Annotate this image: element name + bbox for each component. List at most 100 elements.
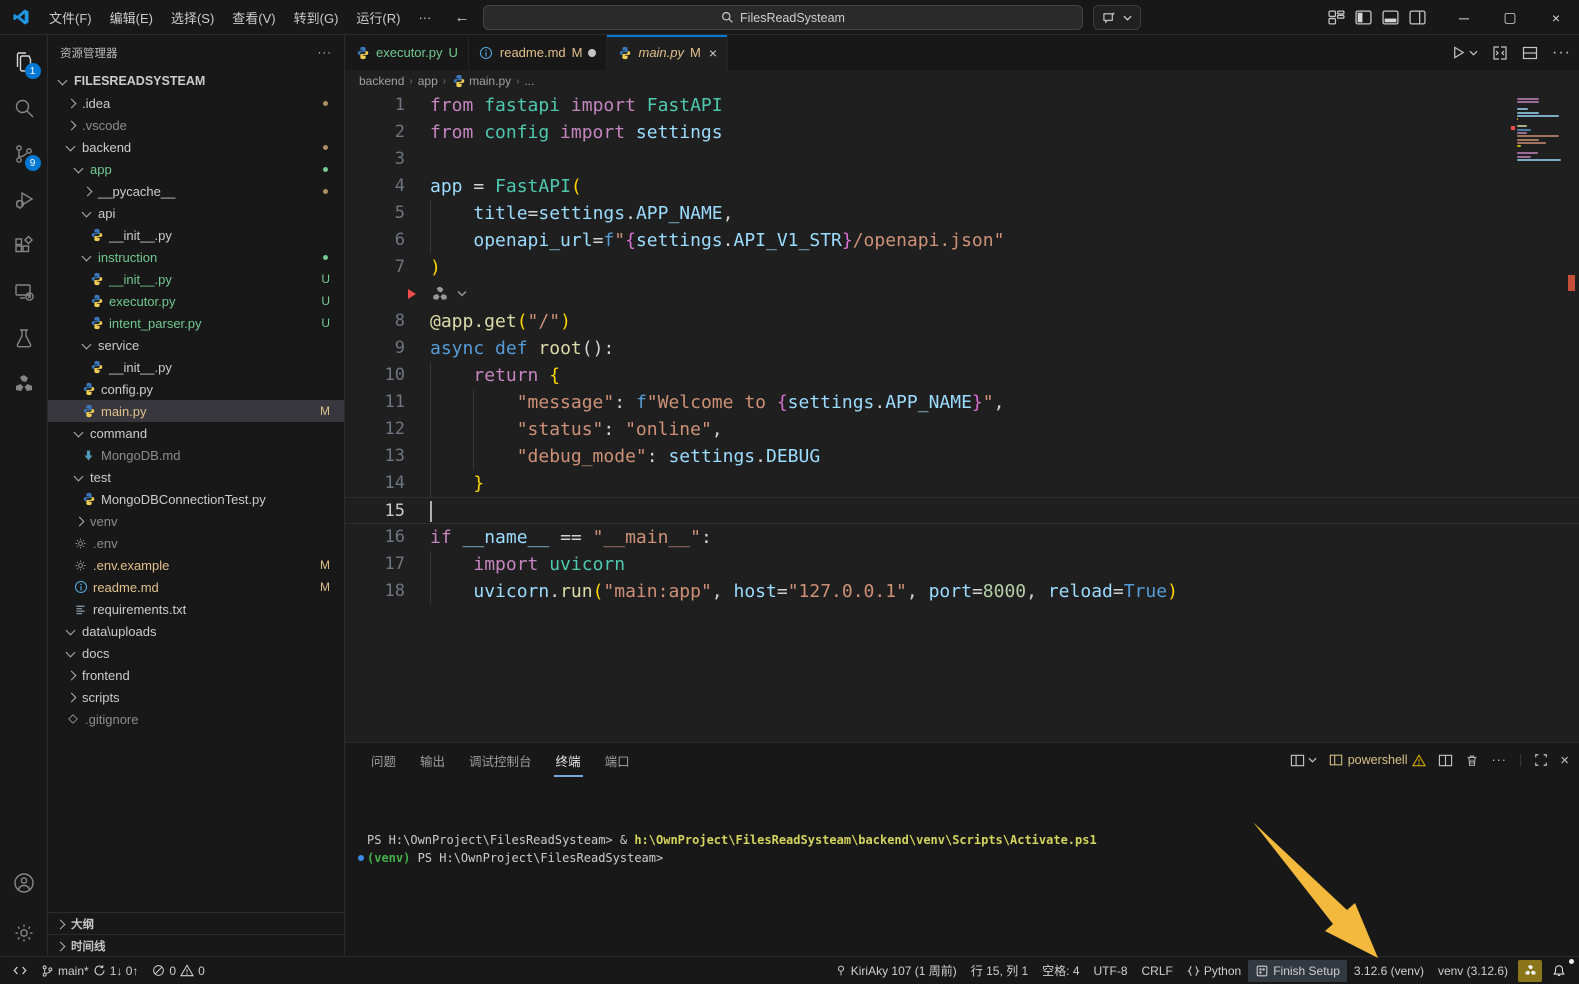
close-panel-icon[interactable]: × <box>1560 752 1569 769</box>
panel-tab-问题[interactable]: 问题 <box>361 745 406 776</box>
settings-gear-icon[interactable] <box>0 910 48 956</box>
editor-more-actions[interactable]: ··· <box>1552 44 1571 62</box>
tree-item-scripts[interactable]: scripts <box>48 686 344 708</box>
menu-overflow[interactable]: ··· <box>409 7 440 28</box>
breadcrumb-item-3[interactable]: ... <box>524 74 534 88</box>
status-kiriaky-107-1-[interactable]: KiriAky 107 (1 周前) <box>828 960 964 982</box>
status-python[interactable]: Python <box>1180 960 1248 982</box>
account-icon[interactable] <box>0 860 48 906</box>
dirty-indicator[interactable] <box>588 49 596 57</box>
menu-5[interactable]: 运行(R) <box>347 5 409 30</box>
tree-item-.env.example[interactable]: .env.exampleM <box>48 554 344 576</box>
command-center-search[interactable]: FilesReadSysteam <box>483 5 1083 30</box>
minimap[interactable] <box>1517 98 1565 228</box>
tree-item-__pycache__[interactable]: __pycache__ <box>48 180 344 202</box>
menu-0[interactable]: 文件(F) <box>40 5 101 30</box>
status-utf-8[interactable]: UTF-8 <box>1087 960 1135 982</box>
notifications-bell-icon[interactable] <box>1545 960 1573 982</box>
status-3-12-6-venv-[interactable]: 3.12.6 (venv) <box>1347 960 1431 982</box>
source-control-icon[interactable]: 9 <box>0 131 48 177</box>
tree-item-docs[interactable]: docs <box>48 642 344 664</box>
run-debug-icon[interactable] <box>0 177 48 223</box>
code-line-7[interactable]: 7) <box>345 254 1579 281</box>
code-line-12[interactable]: 12 "status": "online", <box>345 416 1579 443</box>
status-finish-setup[interactable]: Finish Setup <box>1248 960 1347 982</box>
tree-item-command[interactable]: command <box>48 422 344 444</box>
inline-ai-widget[interactable] <box>345 281 1579 308</box>
codegeex-inline-icon[interactable] <box>430 284 450 309</box>
code-line-9[interactable]: 9async def root(): <box>345 335 1579 362</box>
status--15-1[interactable]: 行 15, 列 1 <box>964 960 1035 982</box>
tree-item-.env[interactable]: .env <box>48 532 344 554</box>
remote-explorer-icon[interactable] <box>0 269 48 315</box>
window-minimize-button[interactable]: ─ <box>1441 0 1487 35</box>
panel-more-actions[interactable]: ··· <box>1491 753 1507 767</box>
tree-item-config.py[interactable]: config.py <box>48 378 344 400</box>
code-editor[interactable]: 1from fastapi import FastAPI2from config… <box>345 92 1579 742</box>
codegeex-icon[interactable] <box>0 361 48 407</box>
menu-1[interactable]: 编辑(E) <box>101 5 162 30</box>
tree-item-__init__.py[interactable]: __init__.py <box>48 356 344 378</box>
tree-item-filesreadsysteam[interactable]: FILESREADSYSTEAM <box>48 70 344 92</box>
breadcrumb[interactable]: backend›app›main.py›... <box>345 70 1579 92</box>
search-view-icon[interactable] <box>0 85 48 131</box>
menu-3[interactable]: 查看(V) <box>223 5 284 30</box>
open-changes-icon[interactable] <box>1492 45 1508 61</box>
explorer-icon[interactable]: 1 <box>0 39 48 85</box>
tree-item-app[interactable]: app <box>48 158 344 180</box>
tree-item-main.py[interactable]: main.pyM <box>48 400 344 422</box>
tree-item-__init__.py[interactable]: __init__.pyU <box>48 268 344 290</box>
breadcrumb-item-2[interactable]: main.py <box>469 74 511 88</box>
terminal-instance-powershell[interactable]: powershell <box>1329 753 1427 767</box>
toggle-sidebar-icon[interactable] <box>1355 9 1372 26</box>
code-line-16[interactable]: 16if __name__ == "__main__": <box>345 524 1579 551</box>
tab-close-icon[interactable]: × <box>709 45 717 61</box>
customize-layout-icon[interactable] <box>1328 9 1345 26</box>
launch-profile-button[interactable] <box>1290 753 1317 768</box>
command-decoration-dot[interactable] <box>358 855 364 861</box>
panel-tab-端口[interactable]: 端口 <box>595 745 640 776</box>
tree-item-intent_parser.py[interactable]: intent_parser.pyU <box>48 312 344 334</box>
testing-icon[interactable] <box>0 315 48 361</box>
tree-item-test[interactable]: test <box>48 466 344 488</box>
toggle-secondary-sidebar-icon[interactable] <box>1409 9 1426 26</box>
menu-4[interactable]: 转到(G) <box>285 5 348 30</box>
status-crlf[interactable]: CRLF <box>1135 960 1180 982</box>
window-close-button[interactable]: × <box>1533 0 1579 35</box>
terminal-output[interactable]: PS H:\OwnProject\FilesReadSysteam> & h:\… <box>345 777 1579 867</box>
chevron-down-icon[interactable] <box>457 290 467 297</box>
code-line-4[interactable]: 4app = FastAPI( <box>345 173 1579 200</box>
timeline-section[interactable]: 时间线 <box>48 934 344 956</box>
split-editor-icon[interactable] <box>1522 45 1538 61</box>
status--4[interactable]: 空格: 4 <box>1035 960 1086 982</box>
problems-status[interactable]: 0 0 <box>145 960 211 982</box>
code-line-13[interactable]: 13 "debug_mode": settings.DEBUG <box>345 443 1579 470</box>
tree-item-requirements.txt[interactable]: requirements.txt <box>48 598 344 620</box>
code-line-14[interactable]: 14 } <box>345 470 1579 497</box>
code-line-17[interactable]: 17 import uvicorn <box>345 551 1579 578</box>
tree-item-service[interactable]: service <box>48 334 344 356</box>
code-line-6[interactable]: 6 openapi_url=f"{settings.API_V1_STR}/op… <box>345 227 1579 254</box>
tree-item-instruction[interactable]: instruction <box>48 246 344 268</box>
tree-item-.vscode[interactable]: .vscode <box>48 114 344 136</box>
tree-item-.idea[interactable]: .idea <box>48 92 344 114</box>
code-line-15[interactable]: 15 <box>345 497 1579 524</box>
breadcrumb-item-1[interactable]: app <box>418 74 438 88</box>
copilot-button[interactable] <box>1093 5 1141 30</box>
tree-item-api[interactable]: api <box>48 202 344 224</box>
extensions-icon[interactable] <box>0 223 48 269</box>
nav-back-icon[interactable]: ← <box>454 9 469 26</box>
tree-item-frontend[interactable]: frontend <box>48 664 344 686</box>
tree-item-venv[interactable]: venv <box>48 510 344 532</box>
code-line-10[interactable]: 10 return { <box>345 362 1579 389</box>
remote-indicator[interactable] <box>6 960 34 982</box>
tab-readme.md[interactable]: readme.mdM <box>469 35 608 70</box>
status-venv-3-12-6-[interactable]: venv (3.12.6) <box>1431 960 1515 982</box>
tree-item-mongodbconnectiontest.py[interactable]: MongoDBConnectionTest.py <box>48 488 344 510</box>
tab-executor.py[interactable]: executor.pyU <box>345 35 469 70</box>
tree-item-mongodb.md[interactable]: MongoDB.md <box>48 444 344 466</box>
kill-terminal-trash-icon[interactable] <box>1465 753 1479 768</box>
toggle-panel-icon[interactable] <box>1382 9 1399 26</box>
tree-item-executor.py[interactable]: executor.pyU <box>48 290 344 312</box>
tree-item-__init__.py[interactable]: __init__.py <box>48 224 344 246</box>
